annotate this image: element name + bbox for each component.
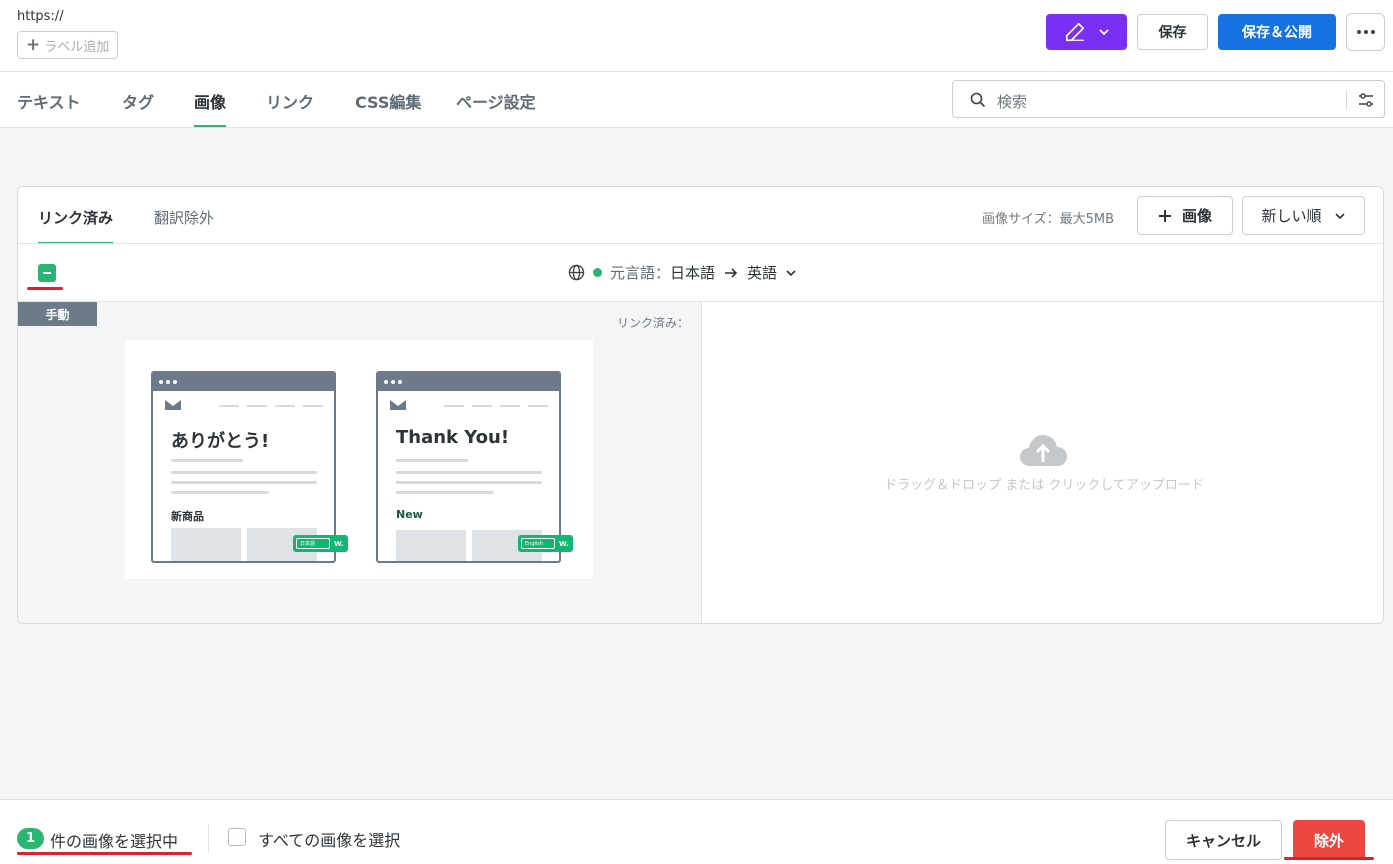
mock-title-en: Thank You!	[396, 427, 510, 448]
plus-icon: +	[26, 34, 41, 55]
pencil-icon	[1065, 22, 1084, 42]
globe-icon	[568, 264, 585, 281]
select-all-checkbox[interactable]	[228, 828, 246, 846]
mock-sub-ja: 新商品	[171, 510, 204, 523]
sort-select[interactable]: 新しい順	[1242, 196, 1365, 235]
search-box[interactable]: 検索	[952, 80, 1385, 118]
upload-dropzone[interactable]: ドラッグ＆ドロップ または クリックしてアップロード	[703, 302, 1383, 623]
red-annotation-underline	[27, 287, 63, 290]
tab-page-settings[interactable]: ページ設定	[456, 89, 536, 127]
linked-label: リンク済み：	[616, 316, 689, 330]
more-options-button[interactable]	[1346, 13, 1385, 51]
page-url: https://	[17, 9, 64, 24]
tab-css[interactable]: CSS編集	[355, 89, 421, 127]
selection-footer: 1 件の画像を選択中 すべての画像を選択 キャンセル 除外	[0, 799, 1393, 864]
image-panel: リンク済み 翻訳除外 画像サイズ：最大5MB 画像 新しい順 元言語：日本語 英…	[17, 186, 1384, 624]
source-language-label: 元言語：	[610, 264, 671, 282]
upload-hint: ドラッグ＆ドロップ または クリックしてアップロード	[884, 478, 1204, 493]
linked-image-card[interactable]: 手動 リンク済み： ありがとう! 新商品 日本語 W. Thank You! N…	[18, 302, 702, 623]
add-image-button[interactable]: 画像	[1137, 196, 1233, 235]
cloud-upload-icon	[1020, 435, 1067, 466]
save-button[interactable]: 保存	[1137, 14, 1208, 50]
add-label-text: ラベル追加	[44, 39, 110, 55]
deselect-checkbox[interactable]	[38, 264, 56, 282]
language-switcher-badge: English W.	[518, 535, 573, 552]
image-size-note: 画像サイズ：最大5MB	[982, 212, 1115, 227]
chevron-down-icon	[786, 269, 796, 276]
tab-text[interactable]: テキスト	[17, 89, 81, 127]
chevron-down-icon	[1098, 29, 1109, 36]
main-tabbar: テキスト タグ 画像 リンク CSS編集 ページ設定 検索	[0, 72, 1393, 128]
add-image-label: 画像	[1181, 207, 1212, 225]
panel-tab-linked[interactable]: リンク済み	[38, 207, 114, 244]
manual-badge: 手動	[18, 302, 97, 326]
sort-label: 新しい順	[1261, 207, 1322, 225]
plus-icon	[1158, 209, 1171, 222]
mock-sub-en: New	[396, 508, 423, 521]
mock-title-ja: ありがとう!	[171, 431, 270, 452]
exclude-button[interactable]: 除外	[1293, 820, 1365, 860]
source-language: 日本語	[670, 264, 716, 282]
top-header: https:// + ラベル追加 保存 保存＆公開	[0, 0, 1393, 72]
tab-tags[interactable]: タグ	[122, 89, 154, 127]
image-thumbnail[interactable]: ありがとう! 新商品 日本語 W. Thank You! New English…	[125, 340, 593, 579]
language-switcher-badge: 日本語 W.	[293, 535, 348, 552]
filter-settings-icon[interactable]	[1358, 92, 1374, 108]
chevron-down-icon	[1334, 212, 1345, 219]
target-language: 英語	[747, 264, 778, 282]
select-all-label[interactable]: すべての画像を選択	[258, 827, 400, 851]
more-dots-icon	[1356, 30, 1361, 34]
add-label-button[interactable]: + ラベル追加	[17, 31, 119, 59]
arrow-right-icon	[725, 267, 738, 278]
language-selector[interactable]: 元言語：日本語 英語	[568, 262, 797, 283]
red-annotation-underline	[17, 852, 192, 855]
status-dot	[593, 268, 602, 277]
search-icon	[970, 92, 986, 108]
tab-images[interactable]: 画像	[194, 89, 227, 127]
selected-count-text: 件の画像を選択中	[50, 832, 179, 851]
search-input[interactable]: 検索	[997, 91, 1027, 112]
save-publish-button[interactable]: 保存＆公開	[1218, 14, 1336, 50]
panel-tab-excluded[interactable]: 翻訳除外	[154, 207, 214, 228]
selected-count-badge: 1	[17, 828, 44, 849]
edit-mode-button[interactable]	[1046, 14, 1127, 50]
tab-links[interactable]: リンク	[266, 89, 314, 127]
cancel-button[interactable]: キャンセル	[1165, 820, 1282, 860]
red-annotation-underline	[1284, 857, 1374, 860]
